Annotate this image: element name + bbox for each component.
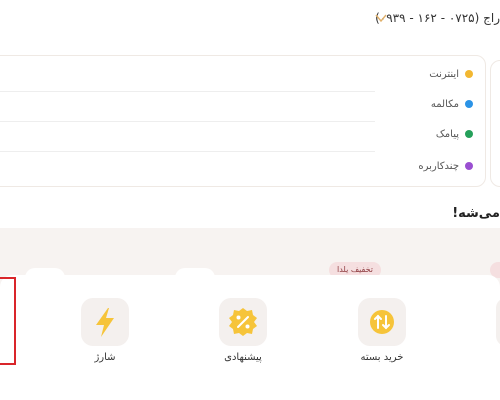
service-suggested[interactable]: پیشنهادی bbox=[208, 298, 278, 373]
usage-item-calls[interactable]: مکالمه bbox=[431, 94, 473, 114]
divider bbox=[0, 121, 375, 122]
sms-color-dot bbox=[465, 130, 473, 138]
usage-item-internet[interactable]: اینترنت bbox=[429, 64, 473, 84]
service-charge[interactable]: شارژ bbox=[70, 298, 140, 373]
usage-item-label: چندکاربره bbox=[418, 160, 459, 172]
usage-item-label: مکالمه bbox=[430, 98, 459, 110]
sim-number-label: راج (۰۷۲۵ - ۱۶۲ - ۰۹۳۹) bbox=[375, 11, 500, 25]
service-label: پیشنهادی bbox=[224, 352, 262, 363]
calls-color-dot bbox=[465, 100, 473, 108]
package-arrows-icon bbox=[370, 310, 394, 334]
chevron-down-icon[interactable] bbox=[375, 13, 387, 23]
usage-item-sms[interactable]: پیامک bbox=[436, 124, 473, 144]
next-card-edge bbox=[490, 60, 500, 187]
service-buy-package[interactable]: خرید بسته bbox=[347, 298, 417, 373]
banner-text: می‌شه! bbox=[452, 206, 500, 221]
divider bbox=[0, 151, 375, 152]
usage-item-label: پیامک bbox=[435, 128, 459, 140]
service-tile[interactable] bbox=[219, 298, 267, 346]
sim-header[interactable]: راج (۰۷۲۵ - ۱۶۲ - ۰۹۳۹) bbox=[0, 0, 500, 38]
multiuser-color-dot bbox=[465, 162, 473, 170]
usage-summary-card: اینترنت مکالمه پیامک چندکاربره bbox=[0, 55, 486, 187]
service-label: خرید بسته bbox=[360, 352, 404, 363]
service-tile[interactable] bbox=[358, 298, 406, 346]
divider bbox=[0, 91, 375, 92]
usage-item-multiuser[interactable]: چندکاربره bbox=[418, 156, 473, 176]
usage-item-label: اینترنت bbox=[429, 68, 459, 80]
lightning-icon bbox=[96, 308, 114, 337]
service-label: شارژ bbox=[94, 352, 116, 363]
focus-outline bbox=[0, 277, 16, 365]
promo-banner: می‌شه! bbox=[0, 198, 500, 230]
discount-percent-icon bbox=[229, 308, 257, 336]
service-tile-edge[interactable] bbox=[496, 298, 500, 346]
internet-color-dot bbox=[465, 70, 473, 78]
service-tile[interactable] bbox=[81, 298, 129, 346]
